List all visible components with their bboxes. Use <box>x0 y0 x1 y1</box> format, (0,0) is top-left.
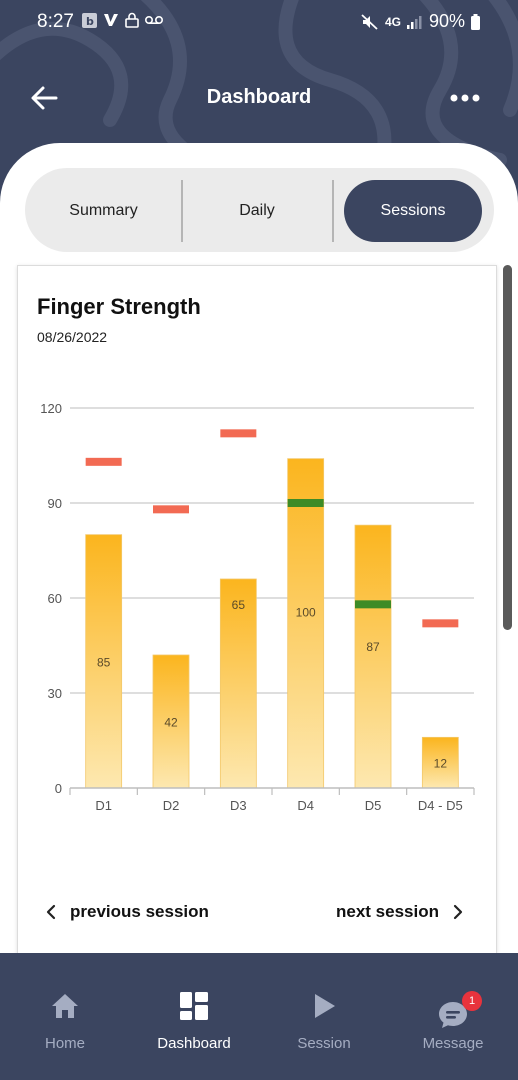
nav-message[interactable]: 1 Message <box>388 953 518 1080</box>
nav-session[interactable]: Session <box>259 953 389 1080</box>
svg-text:b: b <box>86 15 94 28</box>
nav-session-label: Session <box>297 1035 351 1052</box>
target-marker <box>85 457 122 466</box>
session-navigation: previous session next session <box>18 902 498 932</box>
target-marker <box>220 429 257 438</box>
x-tick-label: D1 <box>95 798 112 813</box>
nav-message-label: Message <box>422 1035 484 1052</box>
x-tick-label: D3 <box>230 798 247 813</box>
home-icon <box>52 994 78 1018</box>
y-tick-label: 60 <box>48 591 62 606</box>
bar-data-label: 87 <box>366 640 380 654</box>
play-icon <box>315 994 335 1018</box>
target-marker <box>153 505 189 514</box>
tab-divider <box>332 180 334 242</box>
bar-data-label: 12 <box>434 757 448 771</box>
mute-icon <box>361 13 378 30</box>
bar-data-label: 100 <box>296 606 316 620</box>
chevron-right-icon <box>453 904 463 920</box>
segmented-tabs: Summary Daily Sessions <box>25 168 494 252</box>
notification-icons: b <box>82 12 163 28</box>
chevron-left-icon <box>46 904 56 920</box>
bar-data-label: 65 <box>232 598 246 612</box>
bar-d4[interactable] <box>287 458 325 789</box>
y-tick-label: 30 <box>48 686 62 701</box>
x-tick-label: D2 <box>163 798 180 813</box>
baseline-marker <box>355 600 391 609</box>
previous-session-button[interactable]: previous session <box>46 902 209 922</box>
previous-session-label: previous session <box>70 902 209 921</box>
session-card: Finger Strength 08/26/2022 85 42 65 100 87 12… <box>17 265 497 955</box>
v-app-icon <box>104 14 118 26</box>
x-tick-label: D4 - D5 <box>418 798 463 813</box>
battery-icon <box>471 13 480 30</box>
dashboard-icon <box>180 992 208 1020</box>
nav-dashboard-label: Dashboard <box>157 1035 231 1052</box>
card-title: Finger Strength <box>37 294 201 319</box>
x-tick-label: D5 <box>365 798 382 813</box>
next-session-button[interactable]: next session <box>336 902 463 922</box>
status-time: 8:27 <box>37 11 74 32</box>
nav-home-label: Home <box>44 1035 85 1052</box>
nav-dashboard[interactable]: Dashboard <box>129 953 259 1080</box>
next-session-label: next session <box>336 902 439 921</box>
bottom-navigation: Home Dashboard Session 1 Message <box>0 953 518 1080</box>
signal-icon <box>406 15 422 29</box>
y-tick-label: 120 <box>40 401 62 416</box>
x-tick-label: D4 <box>297 798 314 813</box>
bar-data-label: 42 <box>164 716 178 730</box>
system-icons: 4G 90% <box>361 11 480 32</box>
target-marker <box>422 619 459 628</box>
app-bar: Dashboard <box>0 70 518 126</box>
tab-sessions[interactable]: Sessions <box>344 180 482 242</box>
message-badge: 1 <box>462 991 482 1011</box>
more-options-icon[interactable] <box>450 88 480 108</box>
card-date: 08/26/2022 <box>37 329 108 345</box>
baseline-marker <box>287 499 324 507</box>
voicemail-icon <box>145 16 163 24</box>
network-type: 4G <box>384 14 401 29</box>
y-tick-label: 0 <box>55 781 62 796</box>
status-bar: 8:27 b 4G 90% <box>0 0 518 44</box>
scrollbar[interactable] <box>503 265 512 630</box>
b-app-icon: b <box>82 12 97 28</box>
lock-icon <box>125 12 139 28</box>
nav-home[interactable]: Home <box>0 953 130 1080</box>
finger-strength-chart: 85 42 65 100 87 12 0 30 60 90 120 D1 D2 D3 D4 D5 D4 - D… <box>40 401 475 813</box>
tab-summary[interactable]: Summary <box>25 180 182 242</box>
bar-d5[interactable] <box>354 524 392 789</box>
y-tick-label: 90 <box>48 496 62 511</box>
battery-percent: 90% <box>428 11 465 31</box>
tab-daily[interactable]: Daily <box>182 180 332 242</box>
page-title: Dashboard <box>206 86 312 108</box>
bar-data-label: 85 <box>97 655 111 669</box>
